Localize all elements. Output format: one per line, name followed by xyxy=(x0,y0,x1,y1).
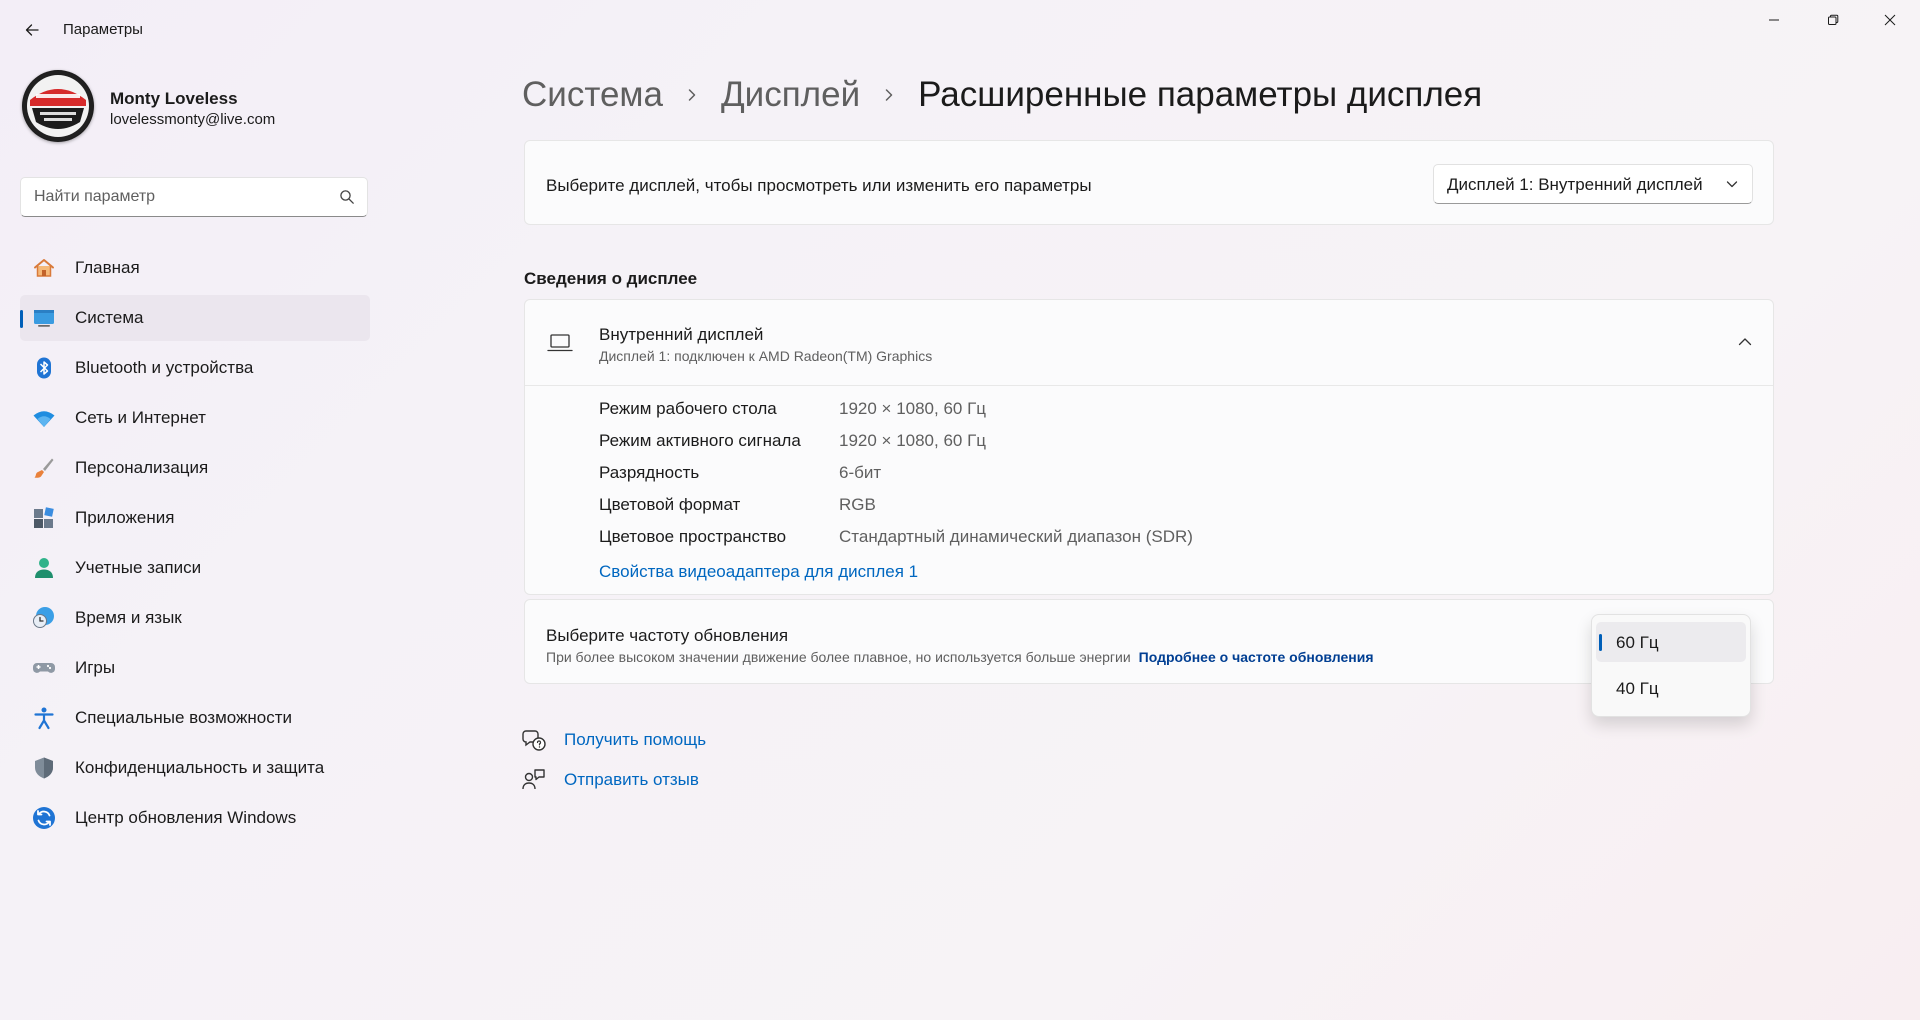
title-bar: Параметры xyxy=(0,0,1920,60)
sidebar-item-label: Главная xyxy=(75,258,140,277)
restore-icon xyxy=(1828,14,1839,25)
chevron-down-icon xyxy=(1726,181,1738,188)
search-icon[interactable] xyxy=(339,189,355,205)
minimize-icon xyxy=(1769,19,1779,21)
home-icon xyxy=(34,259,54,277)
refresh-option-40[interactable]: 40 Гц xyxy=(1596,668,1746,708)
get-help-text: Получить помощь xyxy=(564,730,707,749)
sidebar-item-windows-update[interactable]: Центр обновления Windows xyxy=(20,795,370,841)
close-icon xyxy=(1884,14,1896,26)
sidebar-item-label: Учетные записи xyxy=(75,558,202,577)
spec-label: Цветовой формат xyxy=(599,495,741,514)
sidebar-item-home[interactable]: Главная xyxy=(20,245,370,291)
display-info-subtitle: Дисплей 1: подключен к AMD Radeon(TM) Gr… xyxy=(599,348,933,364)
display-info-header[interactable]: Внутренний дисплей Дисплей 1: подключен … xyxy=(525,300,1773,386)
spec-label: Разрядность xyxy=(599,463,700,482)
restore-button[interactable] xyxy=(1810,6,1856,34)
section-title: Сведения о дисплее xyxy=(524,269,698,288)
refresh-option-60[interactable]: 60 Гц xyxy=(1596,622,1746,662)
get-help-link[interactable]: Получить помощь xyxy=(522,725,722,755)
sidebar-item-label: Система xyxy=(75,308,144,327)
sidebar-item-gaming[interactable]: Игры xyxy=(20,645,370,691)
spec-value: 1920 × 1080, 60 Гц xyxy=(839,431,987,450)
close-button[interactable] xyxy=(1867,6,1913,34)
send-feedback-text: Отправить отзыв xyxy=(564,770,699,789)
search-input[interactable] xyxy=(34,178,324,216)
user-email: lovelessmonty@live.com xyxy=(110,111,276,128)
refresh-option-label: 60 Гц xyxy=(1616,633,1659,652)
chevron-right-icon xyxy=(885,89,893,101)
update-icon xyxy=(33,807,55,829)
breadcrumb-system[interactable]: Система xyxy=(522,75,663,115)
display-dropdown-value: Дисплей 1: Внутренний дисплей xyxy=(1447,175,1703,194)
display-select-card: Выберите дисплей, чтобы просмотреть или … xyxy=(524,140,1774,225)
system-icon xyxy=(34,310,54,327)
sidebar-item-privacy[interactable]: Конфиденциальность и защита xyxy=(20,745,370,791)
person-icon xyxy=(35,558,53,578)
clock-globe-icon xyxy=(33,607,54,628)
sidebar-item-accounts[interactable]: Учетные записи xyxy=(20,545,370,591)
display-info-title: Внутренний дисплей xyxy=(599,325,764,344)
back-button[interactable] xyxy=(18,16,46,44)
app-title: Параметры xyxy=(63,21,143,38)
back-arrow-icon xyxy=(25,24,39,36)
sidebar-item-network[interactable]: Сеть и Интернет xyxy=(20,395,370,441)
refresh-rate-description-text: При более высоком значении движение боле… xyxy=(546,649,1131,665)
breadcrumb-display[interactable]: Дисплей xyxy=(721,75,860,115)
avatar-badge-icon xyxy=(23,71,93,141)
spec-value: RGB xyxy=(839,495,876,514)
send-feedback-link[interactable]: Отправить отзыв xyxy=(522,765,722,795)
gamepad-icon xyxy=(33,663,55,673)
minimize-button[interactable] xyxy=(1751,6,1797,34)
sidebar-item-personalization[interactable]: Персонализация xyxy=(20,445,370,491)
search-box[interactable] xyxy=(20,177,368,217)
user-name: Monty Loveless xyxy=(110,89,238,108)
chevron-right-icon xyxy=(688,89,696,101)
sidebar-item-label: Персонализация xyxy=(75,458,209,477)
help-chat-icon xyxy=(522,730,546,751)
spec-value: 1920 × 1080, 60 Гц xyxy=(839,399,987,418)
page-title: Расширенные параметры дисплея xyxy=(918,75,1483,114)
sidebar-item-label: Игры xyxy=(75,658,116,677)
display-select-label: Выберите дисплей, чтобы просмотреть или … xyxy=(546,176,1092,195)
chevron-up-icon[interactable] xyxy=(1737,334,1753,350)
display-info-card: Внутренний дисплей Дисплей 1: подключен … xyxy=(524,299,1774,595)
refresh-option-label: 40 Гц xyxy=(1616,679,1659,698)
sidebar-item-label: Время и язык xyxy=(75,608,182,627)
refresh-rate-description: При более высоком значении движение боле… xyxy=(546,649,1374,665)
sidebar-item-label: Приложения xyxy=(75,508,175,527)
sidebar-item-label: Bluetooth и устройства xyxy=(75,358,254,377)
sidebar-item-time-language[interactable]: Время и язык xyxy=(20,595,370,641)
spec-label: Цветовое пространство xyxy=(599,527,787,546)
apps-icon xyxy=(34,507,54,528)
sidebar-item-system[interactable]: Система xyxy=(20,295,370,341)
spec-label: Режим рабочего стола xyxy=(599,399,777,418)
avatar[interactable] xyxy=(22,70,94,142)
sidebar-item-label: Центр обновления Windows xyxy=(75,808,297,827)
adapter-properties-link[interactable]: Свойства видеоадаптера для дисплея 1 xyxy=(599,562,918,582)
shield-icon xyxy=(35,757,53,779)
sidebar-item-label: Специальные возможности xyxy=(75,708,293,727)
feedback-icon xyxy=(522,769,545,790)
sidebar-nav: Главная Система Bluetooth и устройства С… xyxy=(20,245,370,845)
brush-icon xyxy=(34,458,54,478)
refresh-rate-learn-more-link[interactable]: Подробнее о частоте обновления xyxy=(1139,649,1374,665)
refresh-rate-title: Выберите частоту обновления xyxy=(546,626,789,645)
refresh-rate-dropdown[interactable]: 60 Гц 40 Гц xyxy=(1591,614,1751,717)
wifi-icon xyxy=(33,411,55,427)
sidebar-item-bluetooth[interactable]: Bluetooth и устройства xyxy=(20,345,370,391)
display-dropdown[interactable]: Дисплей 1: Внутренний дисплей xyxy=(1433,164,1753,204)
sidebar-item-label: Конфиденциальность и защита xyxy=(75,758,325,777)
sidebar-item-accessibility[interactable]: Специальные возможности xyxy=(20,695,370,741)
refresh-rate-card: Выберите частоту обновления При более вы… xyxy=(524,599,1774,684)
laptop-icon xyxy=(547,334,573,352)
bluetooth-icon xyxy=(37,357,51,379)
spec-value: Стандартный динамический диапазон (SDR) xyxy=(839,527,1193,546)
breadcrumb: Система Дисплей Расширенные параметры ди… xyxy=(522,70,1482,120)
sidebar-item-apps[interactable]: Приложения xyxy=(20,495,370,541)
spec-value: 6-бит xyxy=(839,463,882,482)
sidebar-item-label: Сеть и Интернет xyxy=(75,408,206,427)
accessibility-icon xyxy=(34,707,54,730)
spec-label: Режим активного сигнала xyxy=(599,431,801,450)
